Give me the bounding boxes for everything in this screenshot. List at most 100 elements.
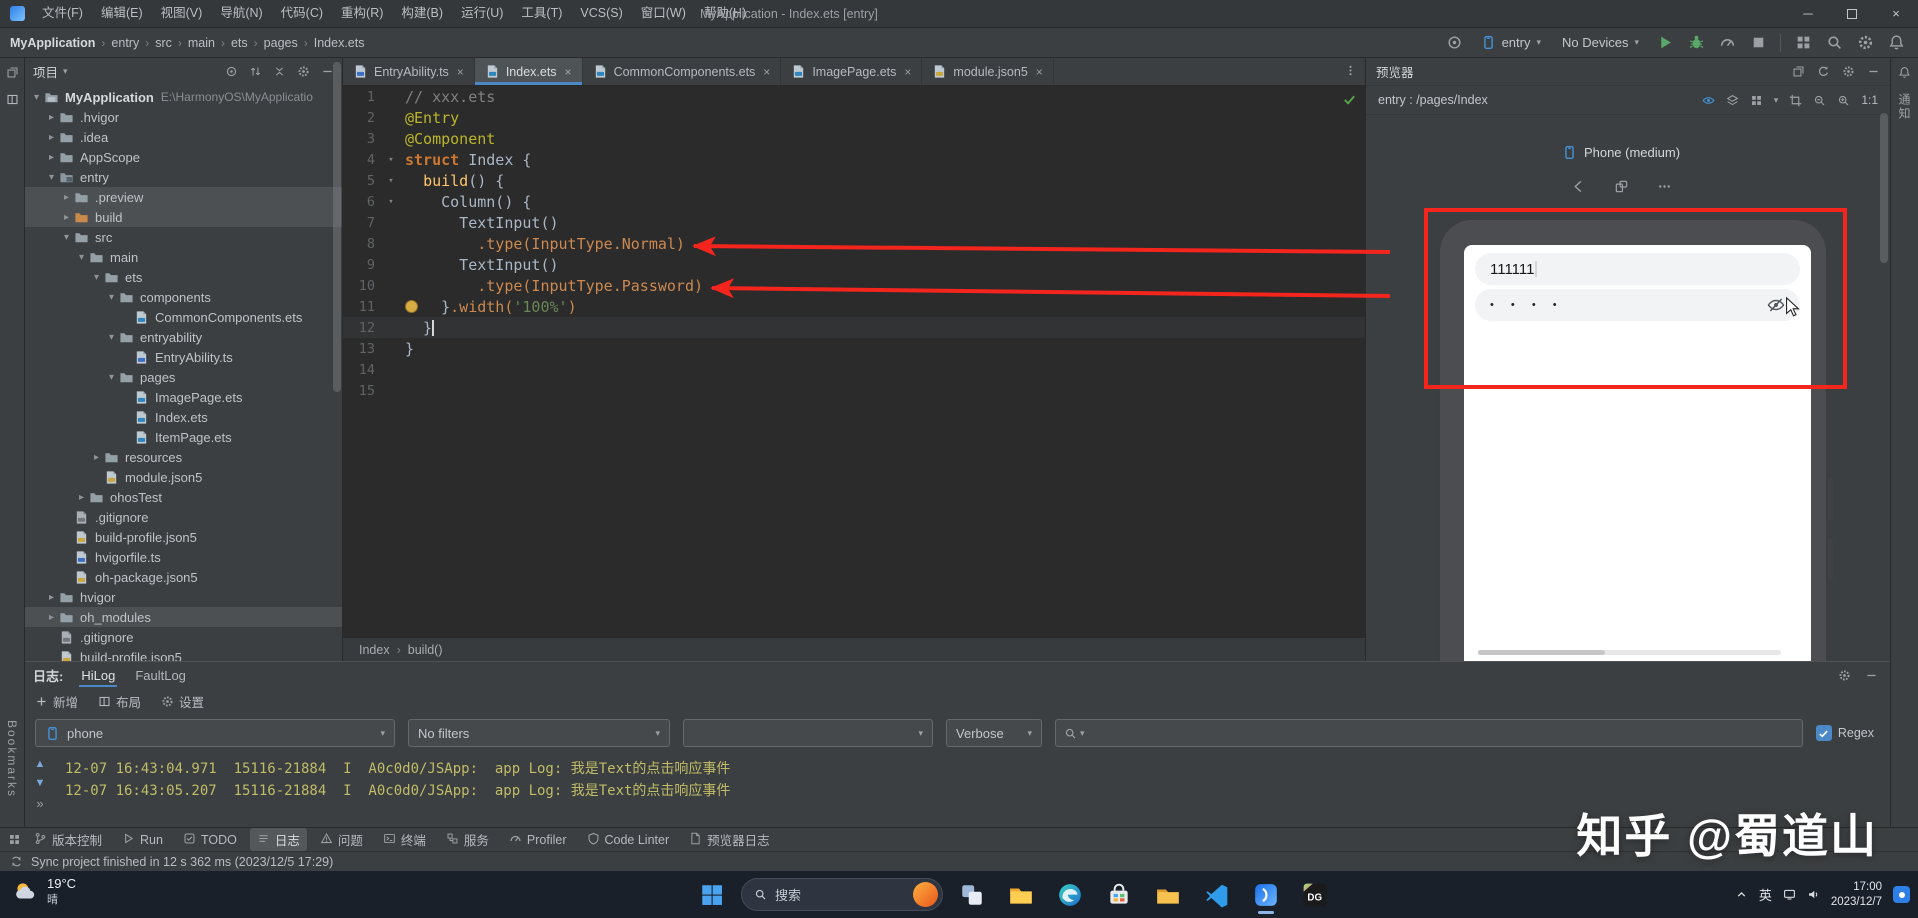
- statusbar-item-日志[interactable]: 日志: [250, 828, 307, 851]
- inspections-ok-icon[interactable]: [1342, 92, 1357, 107]
- tree-item-oh_modules[interactable]: ▸oh_modules: [25, 607, 342, 627]
- tab-close-icon[interactable]: ×: [904, 65, 911, 79]
- edge-browser-button[interactable]: [1050, 875, 1090, 915]
- chevron-right-icon[interactable]: ▸: [44, 612, 59, 623]
- tree-item-EntryAbility.ts[interactable]: EntryAbility.ts: [25, 347, 342, 367]
- tree-item-src[interactable]: ▾src: [25, 227, 342, 247]
- device-preview-icon[interactable]: [1443, 31, 1467, 55]
- chevron-down-icon[interactable]: ▾: [59, 232, 74, 243]
- tree-item-resources[interactable]: ▸resources: [25, 447, 342, 467]
- input-method-indicator[interactable]: 英: [1759, 885, 1772, 904]
- menu-item-7[interactable]: 运行(U): [452, 0, 512, 27]
- breadcrumb-item[interactable]: entry: [111, 36, 139, 50]
- breadcrumb-item[interactable]: pages: [264, 36, 298, 50]
- statusbar-item-TODO[interactable]: TODO: [176, 830, 244, 850]
- statusbar-item-Run[interactable]: Run: [115, 830, 170, 850]
- tree-item-components[interactable]: ▾components: [25, 287, 342, 307]
- code-line-6[interactable]: 6▾ Column() {: [343, 191, 1365, 212]
- code-line-5[interactable]: 5▾ build() {: [343, 170, 1365, 191]
- settings-button[interactable]: [1853, 31, 1877, 55]
- menu-item-2[interactable]: 视图(V): [152, 0, 212, 27]
- tab-Index.ets[interactable]: Index.ets×: [475, 58, 583, 85]
- statusbar-item-服务[interactable]: 服务: [439, 828, 496, 851]
- profiler-button[interactable]: [1715, 31, 1739, 55]
- tree-item-hvigor[interactable]: ▸hvigor: [25, 587, 342, 607]
- minimize-button[interactable]: ─: [1786, 0, 1830, 27]
- notifications-button[interactable]: [1884, 31, 1908, 55]
- code-line-2[interactable]: 2@Entry: [343, 107, 1365, 128]
- grid-view-icon[interactable]: [1750, 94, 1763, 107]
- menu-item-10[interactable]: 窗口(W): [632, 0, 695, 27]
- chevron-right-icon[interactable]: ▸: [89, 452, 104, 463]
- breadcrumb-item[interactable]: src: [155, 36, 172, 50]
- preview-more-button[interactable]: [1657, 179, 1672, 194]
- tree-item-hvigorfile.ts[interactable]: hvigorfile.ts: [25, 547, 342, 567]
- tab-ImagePage.ets[interactable]: ImagePage.ets×: [781, 58, 922, 85]
- tree-item-.preview[interactable]: ▸.preview: [25, 187, 342, 207]
- file-explorer-button[interactable]: [1001, 875, 1041, 915]
- menu-item-5[interactable]: 重构(R): [332, 0, 392, 27]
- tree-item-entryability[interactable]: ▾entryability: [25, 327, 342, 347]
- chevron-down-icon[interactable]: ▾: [29, 92, 44, 103]
- more-icon[interactable]: »: [36, 796, 43, 811]
- statusbar-item-终端[interactable]: 终端: [376, 828, 433, 851]
- breadcrumb-item[interactable]: ets: [231, 36, 248, 50]
- tab-CommonComponents.ets[interactable]: CommonComponents.ets×: [583, 58, 782, 85]
- menu-item-1[interactable]: 编辑(E): [92, 0, 152, 27]
- tree-item-ItemPage.ets[interactable]: ItemPage.ets: [25, 427, 342, 447]
- stop-button[interactable]: [1746, 31, 1770, 55]
- log-search-input[interactable]: ▾: [1055, 719, 1803, 747]
- menu-item-9[interactable]: VCS(S): [571, 0, 631, 27]
- module-selector[interactable]: entry ▾: [1474, 33, 1548, 52]
- tree-item-.idea[interactable]: ▸.idea: [25, 127, 342, 147]
- chevron-down-icon[interactable]: ▾: [104, 332, 119, 343]
- project-tree-scrollbar[interactable]: [333, 62, 341, 392]
- log-filter-select[interactable]: No filters ▾: [408, 719, 670, 747]
- menu-item-4[interactable]: 代码(C): [272, 0, 332, 27]
- editor-crumb-build()[interactable]: build(): [408, 643, 443, 657]
- code-line-3[interactable]: 3@Component: [343, 128, 1365, 149]
- breadcrumb-item[interactable]: main: [188, 36, 215, 50]
- weather-widget[interactable]: 19°C晴: [12, 876, 76, 907]
- tree-item-CommonComponents.ets[interactable]: CommonComponents.ets: [25, 307, 342, 327]
- statusbar-item-版本控制[interactable]: 版本控制: [27, 828, 109, 851]
- chevron-down-icon[interactable]: ▾: [89, 272, 104, 283]
- tree-item-.gitignore[interactable]: .gitignore: [25, 627, 342, 647]
- taskbar-search[interactable]: 搜索: [741, 878, 943, 911]
- chevron-down-icon[interactable]: ▾: [104, 292, 119, 303]
- zoom-out-button[interactable]: [1813, 94, 1826, 107]
- code-editor[interactable]: 1// xxx.ets2@Entry3@Component4▾struct In…: [343, 86, 1365, 637]
- statusbar-item-Code Linter[interactable]: Code Linter: [580, 830, 677, 850]
- notification-center-button[interactable]: [1893, 886, 1910, 903]
- log-tab-HiLog[interactable]: HiLog: [79, 664, 117, 687]
- tray-expand-icon[interactable]: [1735, 888, 1748, 901]
- run-button[interactable]: [1653, 31, 1677, 55]
- collapse-all-button[interactable]: [273, 65, 286, 78]
- sort-button[interactable]: [249, 65, 262, 78]
- tree-item-module.json5[interactable]: module.json5: [25, 467, 342, 487]
- scroll-bottom-icon[interactable]: ▼: [35, 777, 46, 789]
- ms-store-button[interactable]: [1099, 875, 1139, 915]
- tree-item-build-profile.json5[interactable]: build-profile.json5: [25, 647, 342, 661]
- tab-close-icon[interactable]: ×: [457, 65, 464, 79]
- volume-icon[interactable]: [1807, 888, 1820, 901]
- text-input-normal[interactable]: 111111: [1475, 253, 1800, 285]
- preview-rotate-button[interactable]: [1614, 179, 1629, 194]
- code-line-10[interactable]: 10 .type(InputType.Password): [343, 275, 1365, 296]
- tree-item-ets[interactable]: ▾ets: [25, 267, 342, 287]
- tree-item-oh-package.json5[interactable]: oh-package.json5: [25, 567, 342, 587]
- log-tab-FaultLog[interactable]: FaultLog: [133, 664, 188, 687]
- tab-close-icon[interactable]: ×: [763, 65, 770, 79]
- chevron-right-icon[interactable]: ▸: [74, 492, 89, 503]
- task-view-button[interactable]: [952, 875, 992, 915]
- text-input-password[interactable]: • • • •: [1475, 289, 1800, 321]
- tree-item-.hvigor[interactable]: ▸.hvigor: [25, 107, 342, 127]
- menu-item-3[interactable]: 导航(N): [211, 0, 271, 27]
- statusbar-item-问题[interactable]: 问题: [313, 828, 370, 851]
- chevron-right-icon[interactable]: ▸: [59, 192, 74, 203]
- search-everywhere-button[interactable]: [1822, 31, 1846, 55]
- statusbar-item-预览器日志[interactable]: 预览器日志: [682, 828, 777, 851]
- code-line-1[interactable]: 1// xxx.ets: [343, 86, 1365, 107]
- previewer-scrollbar[interactable]: [1880, 113, 1888, 263]
- notifications-tool-label[interactable]: 通知: [1896, 93, 1913, 121]
